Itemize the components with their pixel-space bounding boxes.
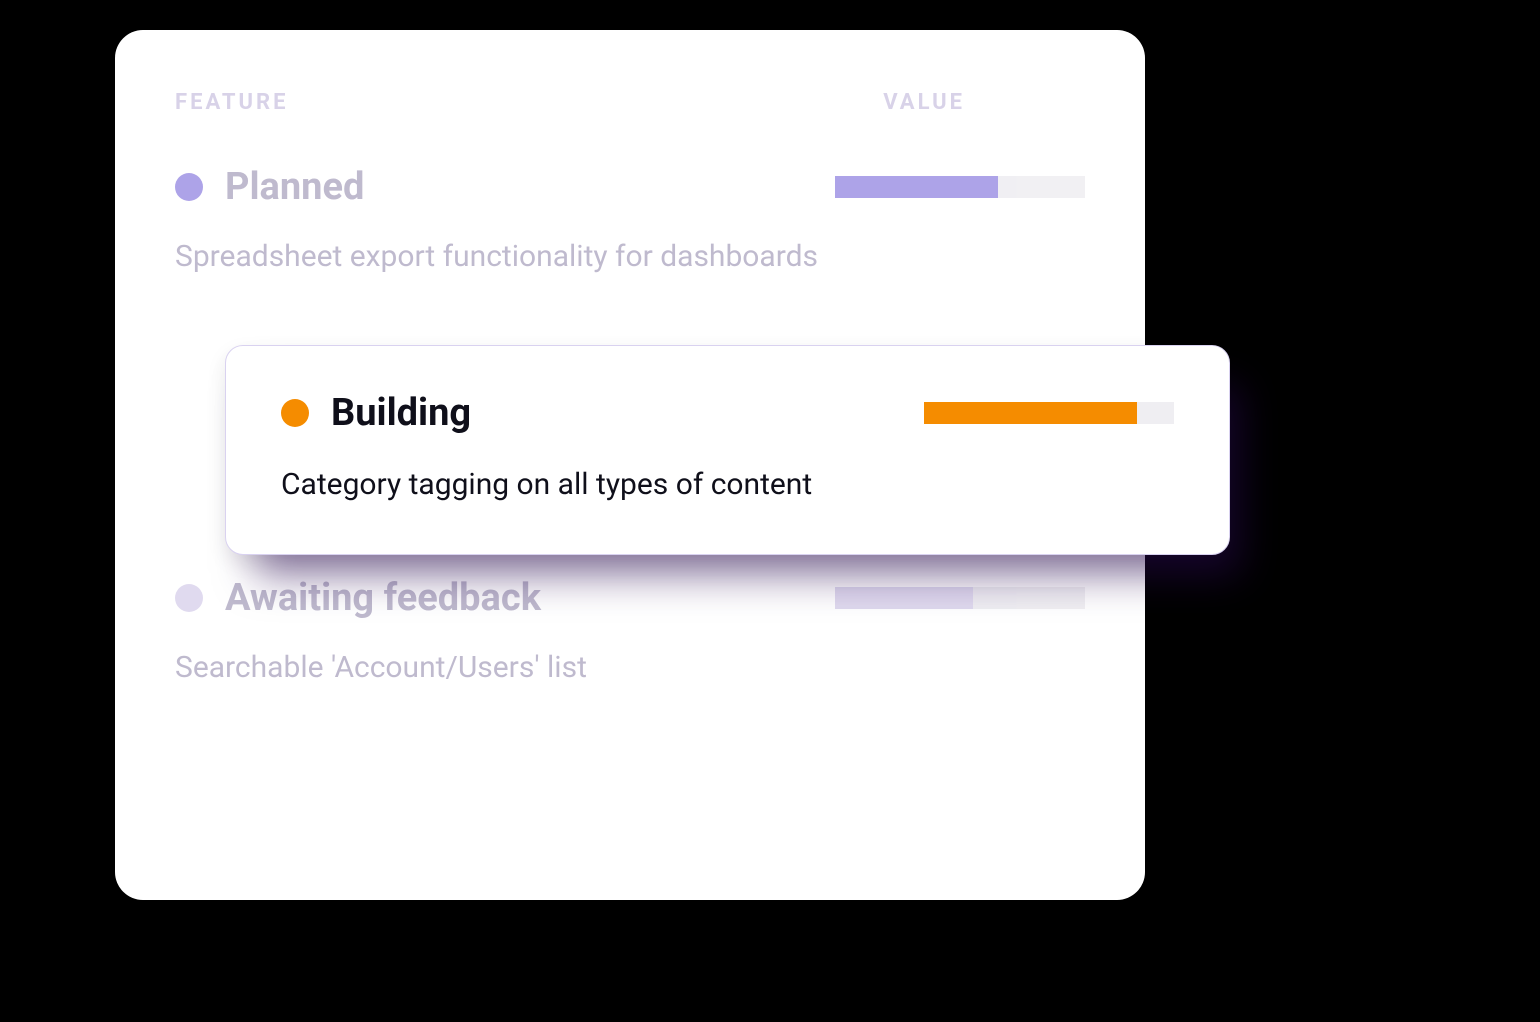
status-label: Planned [225,165,364,209]
row-top: Building [281,391,1174,435]
status-dot-icon [175,173,203,201]
status-dot-icon [281,399,309,427]
row-top: Planned [175,165,1085,209]
status-dot-icon [175,584,203,612]
progress-bar [924,402,1174,424]
status-group: Planned [175,165,364,209]
feature-description: Searchable 'Account/Users' list [175,648,1085,687]
feature-row-building-popout[interactable]: Building Category tagging on all types o… [225,345,1230,555]
status-label: Building [331,391,471,435]
progress-bar [835,176,1085,198]
feature-row-awaiting-feedback[interactable]: Awaiting feedback Searchable 'Account/Us… [175,576,1085,687]
status-group: Building [281,391,471,435]
progress-bar [835,587,1085,609]
header-feature: FEATURE [175,90,289,115]
row-top: Awaiting feedback [175,576,1085,620]
progress-fill [835,176,998,198]
feature-row-planned[interactable]: Planned Spreadsheet export functionality… [175,165,1085,276]
feature-description: Spreadsheet export functionality for das… [175,237,1085,276]
progress-fill [924,402,1137,424]
status-group: Awaiting feedback [175,576,541,620]
table-headers: FEATURE VALUE [175,90,1085,115]
progress-fill [835,587,973,609]
status-label: Awaiting feedback [225,576,541,620]
header-value: VALUE [883,90,965,115]
feature-description: Category tagging on all types of content [281,465,1174,504]
